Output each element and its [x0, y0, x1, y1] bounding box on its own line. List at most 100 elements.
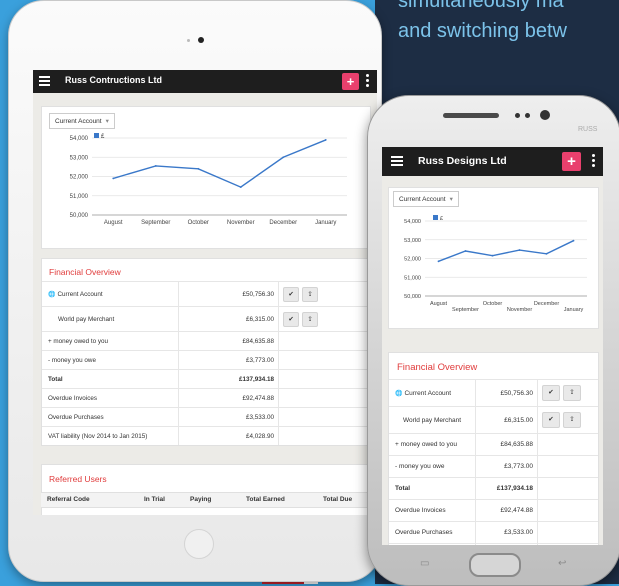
data-point	[545, 252, 548, 255]
data-point	[491, 254, 494, 257]
financial-row-amount: £3,533.00	[178, 407, 279, 427]
check-icon[interactable]: ✔	[542, 385, 560, 401]
export-icon[interactable]: ⇪	[302, 311, 318, 327]
hamburger-menu-icon[interactable]	[391, 156, 403, 166]
financial-row-label: Overdue Invoices	[395, 507, 446, 514]
phone-chart-card: Current Account ▾ 50,000 51,000 52,000 53,00…	[388, 187, 599, 329]
financial-row-amount: £3,773.00	[475, 455, 538, 478]
financial-overview-title: Financial Overview	[397, 362, 478, 373]
tablet-account-select[interactable]: Current Account ▾	[49, 113, 115, 129]
x-tick-label: January	[315, 220, 336, 226]
export-icon[interactable]: ⇪	[302, 286, 318, 302]
financial-row-amount: £3,773.00	[178, 350, 279, 370]
financial-row-label-cell: Overdue Invoices	[42, 388, 179, 408]
financial-row-actions: ✔ ⇪	[278, 306, 370, 332]
add-button[interactable]: +	[342, 73, 359, 90]
tablet-camera	[198, 37, 204, 43]
financial-row-label-cell: Overdue Purchases	[42, 407, 179, 427]
more-options-icon[interactable]	[366, 74, 369, 89]
phone-speaker	[443, 113, 499, 118]
back-icon[interactable]: ↩	[558, 558, 566, 569]
legend-label: £	[440, 216, 443, 222]
legend-swatch	[433, 215, 438, 220]
data-point	[464, 250, 467, 252]
add-button[interactable]: +	[562, 152, 581, 171]
data-point	[154, 165, 157, 167]
financial-overview-table: 🌐 Current Account £50,756.30 ✔ ⇪ World pay Me…	[42, 281, 370, 445]
financial-row-label-cell: Total	[389, 477, 476, 500]
referred-users-table-header: Referral Code In Trial Paying Total Earn…	[41, 492, 369, 508]
check-icon[interactable]: ✔	[542, 412, 560, 428]
tablet-chart-card: Current Account ▾ 50,000 51,000 52,000 53,00…	[41, 106, 371, 249]
y-tick-label: 54,000	[404, 219, 421, 225]
data-point	[239, 186, 242, 188]
more-options-icon[interactable]	[592, 154, 595, 169]
financial-row-actions: ✔ ⇪	[537, 379, 598, 407]
financial-row: World pay Merchant £6,315.00 ✔ ⇪	[389, 406, 598, 434]
financial-row-label-cell: + money owed to you	[389, 433, 476, 456]
financial-row-actions: ✔ ⇪	[537, 406, 598, 434]
financial-row-label-cell: World pay Merchant	[389, 406, 476, 434]
phone-app-bar: Russ Designs Ltd +	[382, 147, 603, 176]
x-tick-label: November	[507, 307, 533, 313]
financial-row: Total £137,934.18	[389, 477, 598, 500]
financial-row-actions	[537, 455, 598, 478]
legend-label: £	[101, 134, 105, 140]
financial-row-amount: £92,474.88	[475, 499, 538, 522]
hamburger-menu-icon[interactable]	[39, 76, 50, 86]
data-point	[518, 249, 521, 251]
financial-row: 🌐 Current Account £50,756.30 ✔ ⇪	[389, 379, 598, 407]
financial-row: Total £137,934.18	[42, 369, 370, 389]
x-tick-label: October	[188, 220, 209, 226]
data-point	[437, 260, 440, 263]
data-point	[282, 156, 285, 159]
x-tick-label: September	[452, 307, 479, 313]
financial-row: + money owed to you £84,635.88	[42, 331, 370, 351]
tablet-device: Russ Contructions Ltd + Current Account ▾…	[8, 0, 382, 582]
financial-row-label: Overdue Purchases	[48, 413, 104, 421]
financial-row: - money you owe £3,773.00	[389, 455, 598, 478]
y-tick-label: 50,000	[70, 213, 89, 219]
financial-row-amount: £4,028.90	[178, 426, 279, 445]
export-icon[interactable]: ⇪	[563, 412, 581, 428]
financial-row-actions	[537, 433, 598, 456]
phone-financial-card: Financial Overview 🌐 Current Account £50,7…	[388, 352, 599, 545]
check-icon[interactable]: ✔	[283, 286, 299, 302]
financial-row-amount: £92,474.88	[178, 388, 279, 408]
check-icon[interactable]: ✔	[283, 311, 299, 327]
marketing-tagline: simultaneously ma and switching betw	[398, 0, 567, 46]
phone-line-chart: 50,000 51,000 52,000 53,000 54,000 August Sept…	[404, 215, 587, 313]
financial-row-label-cell: World pay Merchant	[42, 306, 179, 332]
recent-apps-icon[interactable]: ▭	[420, 558, 429, 569]
phone-account-select[interactable]: Current Account ▾	[393, 191, 459, 207]
financial-row-label: - money you owe	[48, 356, 96, 364]
y-tick-label: 51,000	[70, 194, 89, 200]
tablet-financial-card: Financial Overview 🌐 Current Account £50,7…	[41, 258, 371, 446]
financial-row: VAT liability (Nov 2014 to Jan 2015)£4,0…	[42, 426, 370, 445]
financial-row: VAT liability (Nov 2014 to Jan 2015)£4,0…	[389, 543, 598, 545]
financial-row: Overdue Invoices £92,474.88	[389, 499, 598, 522]
financial-row-label: Overdue Invoices	[48, 394, 98, 402]
y-tick-label: 53,000	[404, 238, 421, 244]
financial-row-actions	[278, 369, 370, 389]
financial-row-label: Current Account	[57, 290, 103, 298]
x-tick-label: September	[141, 220, 170, 226]
financial-row-label-cell: VAT liability (Nov 2014 to Jan 2015)	[389, 543, 476, 545]
y-tick-label: 54,000	[70, 136, 89, 142]
financial-row-amount: £6,315.00	[178, 306, 279, 332]
tablet-home-button[interactable]	[184, 529, 214, 559]
col-referral-code: Referral Code	[47, 496, 90, 503]
x-tick-label: November	[227, 220, 255, 226]
tablet-app-bar: Russ Contructions Ltd +	[33, 70, 377, 93]
y-tick-label: 53,000	[70, 155, 89, 161]
financial-row-actions	[537, 477, 598, 500]
phone-camera	[540, 110, 550, 120]
tablet-app-title: Russ Contructions Ltd	[65, 75, 162, 85]
globe-icon: 🌐	[395, 390, 403, 397]
financial-row-label-cell: Overdue Invoices	[389, 499, 476, 522]
export-icon[interactable]: ⇪	[563, 385, 581, 401]
financial-row-label: World pay Merchant	[403, 416, 462, 424]
phone-home-button[interactable]	[469, 553, 521, 577]
chevron-down-icon: ▾	[105, 118, 109, 125]
tablet-line-chart: 50,000 51,000 52,000 53,000 54,000 August Sept…	[70, 133, 347, 226]
